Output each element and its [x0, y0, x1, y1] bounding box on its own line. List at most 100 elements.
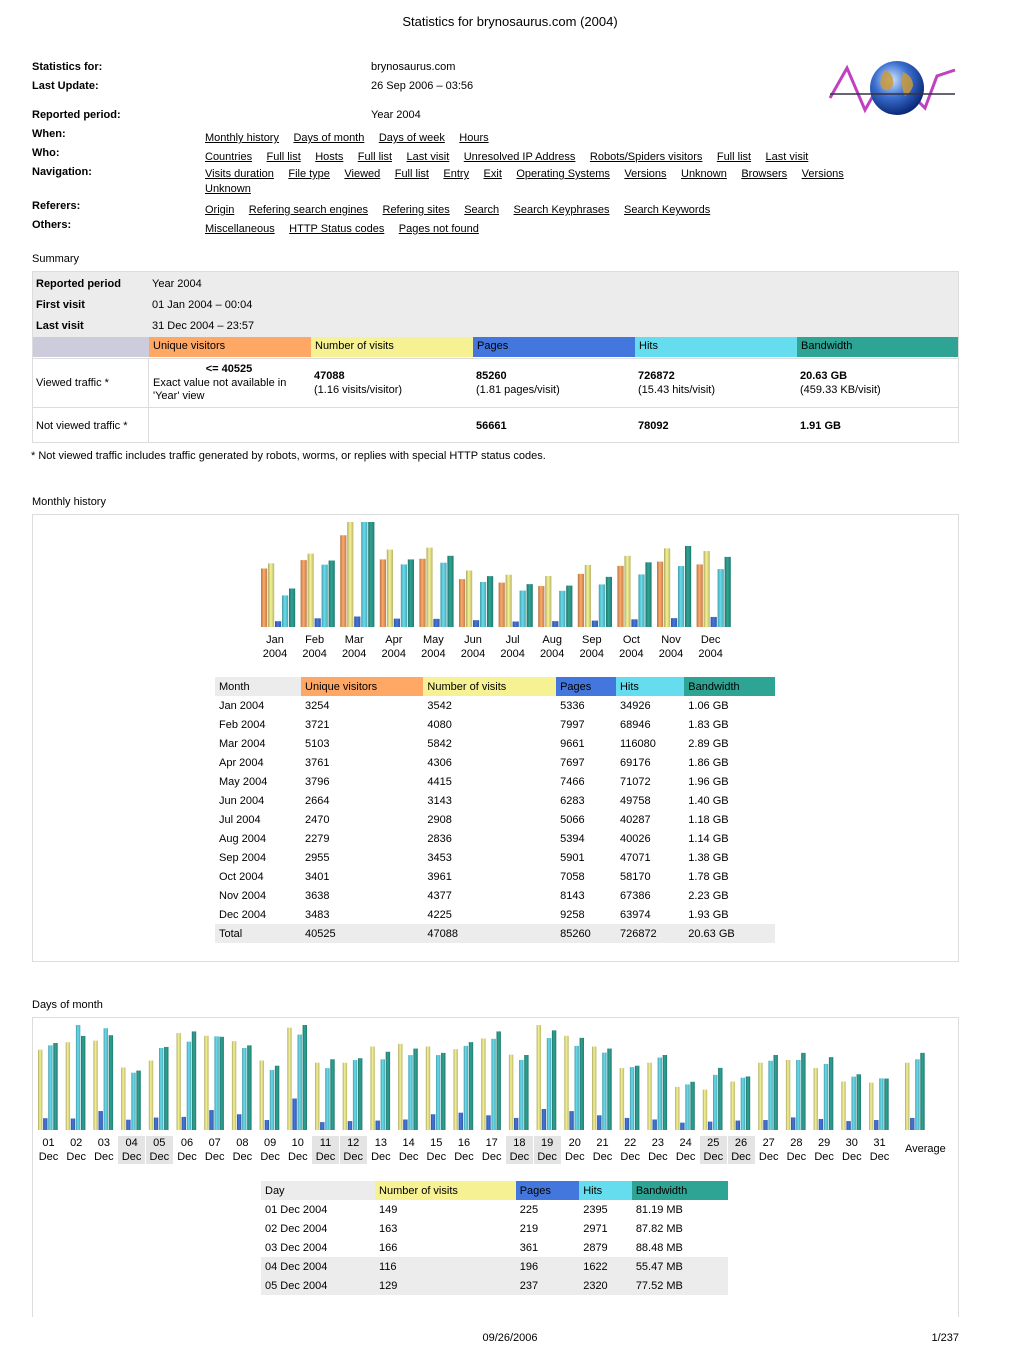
referers-link[interactable]: Refering sites — [383, 204, 450, 216]
navigation-link[interactable]: Viewed — [344, 168, 380, 180]
days-bar — [126, 1119, 131, 1130]
days-cell: 166 — [379, 1241, 398, 1254]
who-link[interactable]: Full list — [717, 151, 751, 163]
when-link[interactable]: Days of month — [293, 132, 364, 144]
table-row: Dec 2004 3483 4225 9258 63974 1.93 GB — [215, 905, 775, 924]
who-link[interactable]: Full list — [267, 151, 301, 163]
navigation-link[interactable]: Visits duration — [205, 168, 274, 180]
who-link[interactable]: Countries — [205, 151, 252, 163]
days-bar — [468, 1042, 474, 1130]
monthly-cell: 8143 — [560, 889, 585, 902]
others-link[interactable]: Pages not found — [399, 223, 479, 235]
referers-link[interactable]: Search Keyphrases — [514, 204, 610, 216]
navigation-link[interactable]: Unknown — [681, 168, 727, 180]
monthly-bar — [657, 561, 664, 627]
days-bar — [380, 1059, 385, 1130]
monthly-bar — [440, 562, 447, 627]
days-cell: 2395 — [583, 1203, 608, 1216]
month-year: 2004 — [500, 648, 525, 660]
when-link[interactable]: Days of week — [379, 132, 445, 144]
others-link[interactable]: HTTP Status codes — [289, 223, 384, 235]
monthly-cell: 34926 — [619, 699, 651, 712]
who-link[interactable]: Full list — [358, 151, 392, 163]
day-month: Dec — [94, 1151, 114, 1163]
day-number: 05 — [153, 1137, 166, 1149]
table-row: 05 Dec 2004 129 237 2320 77.52 MB — [261, 1276, 728, 1295]
table-row: 03 Dec 2004 166 361 2879 88.48 MB — [261, 1238, 728, 1257]
month-name: Jan — [266, 634, 284, 646]
monthly-bar — [300, 560, 307, 627]
days-bar — [740, 1077, 746, 1130]
day-number: 25 — [707, 1137, 720, 1149]
days-bar — [707, 1121, 713, 1130]
day-number: 17 — [485, 1137, 498, 1149]
monthly-bar — [275, 621, 282, 627]
referers-link[interactable]: Refering search engines — [249, 204, 368, 216]
referers-link[interactable]: Search Keywords — [624, 204, 710, 216]
days-bar — [491, 1038, 496, 1130]
navigation-link[interactable]: Exit — [484, 168, 502, 180]
when-link[interactable]: Monthly history — [205, 132, 279, 144]
navigation-link[interactable]: Operating Systems — [516, 168, 610, 180]
days-chart-label: 26 Dec — [727, 1136, 755, 1164]
who-link[interactable]: Robots/Spiders visitors — [590, 151, 703, 163]
page-title: Statistics for brynosaurus.com (2004) — [402, 14, 618, 29]
days-chart-label: 25 Dec — [699, 1136, 727, 1164]
navigation-link[interactable]: Versions — [802, 168, 844, 180]
table-row: 04 Dec 2004 116 196 1622 55.47 MB — [261, 1257, 728, 1276]
days-bar — [297, 1034, 302, 1130]
monthly-bar — [447, 555, 454, 627]
days-bar — [186, 1041, 192, 1130]
viewed-visits: 47088 — [314, 370, 345, 382]
who-links: Countries Full list Hosts Full list Last… — [205, 147, 818, 165]
days-bar — [370, 1046, 375, 1130]
day-month: Dec — [371, 1151, 391, 1163]
days-cell: 361 — [519, 1241, 539, 1254]
days-bar — [103, 1028, 108, 1130]
monthly-title: Monthly history — [32, 496, 106, 508]
referers-link[interactable]: Origin — [205, 204, 234, 216]
monthly-cell: 5394 — [560, 832, 585, 845]
days-bar — [675, 1086, 680, 1130]
monthly-cell: 5901 — [560, 851, 585, 864]
navigation-link[interactable]: Unknown — [205, 183, 251, 195]
when-link[interactable]: Hours — [459, 132, 488, 144]
who-link[interactable]: Hosts — [315, 151, 343, 163]
monthly-chart-label: Jun 2004 — [453, 633, 493, 661]
days-chart — [38, 1025, 925, 1130]
monthly-header-cell: Hits — [615, 677, 685, 696]
navigation-link[interactable]: Entry — [443, 168, 469, 180]
monthly-chart-label: Nov 2004 — [651, 633, 691, 661]
day-number: 12 — [347, 1137, 360, 1149]
days-bar — [629, 1067, 635, 1130]
days-bar — [652, 1119, 657, 1130]
referers-link[interactable]: Search — [464, 204, 499, 216]
navigation-link[interactable]: Full list — [395, 168, 429, 180]
monthly-chart-labels: Jan 2004 Feb 2004 Mar 2004 Apr 2004 May 2004 Jun 20… — [33, 633, 958, 665]
month-name: Jul — [505, 634, 520, 646]
days-chart-label: 20 Dec — [561, 1136, 588, 1164]
days-bar — [237, 1114, 242, 1130]
days-header-cell: Day — [261, 1181, 376, 1200]
month-year: 2004 — [658, 648, 684, 660]
monthly-bar — [638, 574, 645, 627]
day-month: Dec — [814, 1151, 834, 1163]
days-bar — [879, 1078, 884, 1130]
navigation-link[interactable]: Browsers — [741, 168, 787, 180]
who-link[interactable]: Unresolved IP Address — [464, 151, 576, 163]
monthly-cell: 1.18 GB — [688, 813, 729, 826]
total-cell: 47088 — [427, 927, 459, 940]
day-number: 10 — [291, 1137, 304, 1149]
day-month: Dec — [204, 1151, 225, 1163]
who-link[interactable]: Last visit — [406, 151, 449, 163]
day-month: Dec — [509, 1151, 530, 1163]
navigation-link[interactable]: Versions — [624, 168, 666, 180]
summary-first-visit-value: 01 Jan 2004 – 00:04 — [152, 299, 253, 311]
who-link[interactable]: Last visit — [766, 151, 809, 163]
others-link[interactable]: Miscellaneous — [205, 223, 275, 235]
monthly-bar — [703, 551, 710, 627]
navigation-link[interactable]: File type — [288, 168, 330, 180]
monthly-bar — [671, 618, 678, 627]
day-number: 16 — [457, 1137, 471, 1149]
days-bar — [758, 1062, 763, 1130]
